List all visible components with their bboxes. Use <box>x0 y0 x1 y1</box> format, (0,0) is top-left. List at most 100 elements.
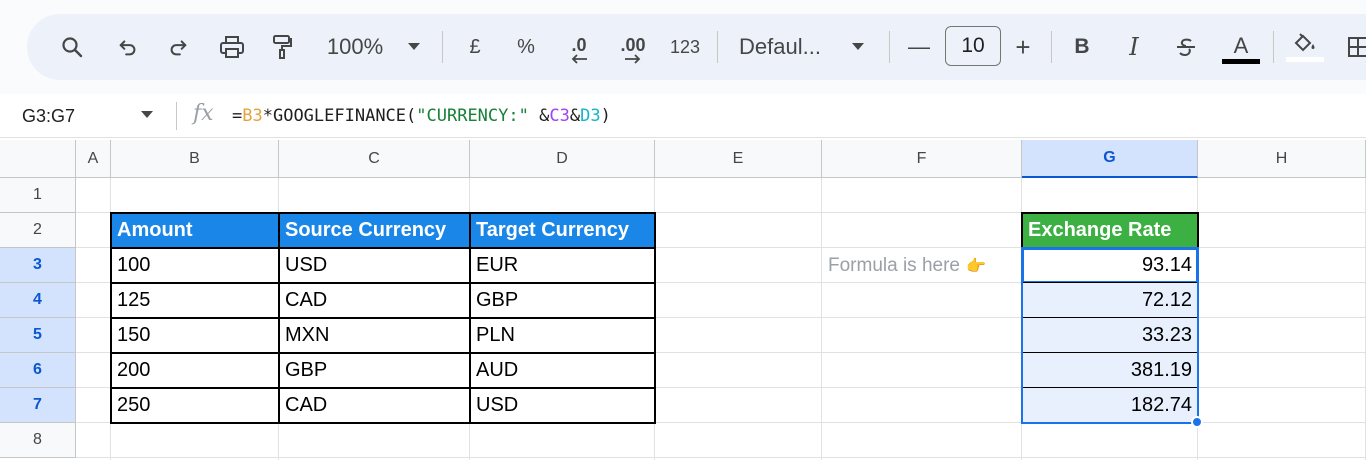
search-menus-icon[interactable] <box>55 14 89 80</box>
increase-decimal-button[interactable]: .00 <box>613 14 653 80</box>
row-header-2[interactable]: 2 <box>0 213 76 248</box>
font-size-input[interactable]: 10 <box>945 26 1001 66</box>
table-cell[interactable]: EUR <box>470 248 655 283</box>
format-percent-button[interactable]: % <box>511 14 541 80</box>
table-header-cell[interactable]: Amount <box>111 213 279 248</box>
redo-icon[interactable] <box>163 14 193 80</box>
formula-token: C3 <box>549 106 570 126</box>
exchange-row-border <box>1022 317 1198 318</box>
table-header-cell[interactable]: Target Currency <box>470 213 655 248</box>
toolbar-separator <box>717 31 718 63</box>
exchange-rate-cell[interactable]: 182.74 <box>1022 388 1198 423</box>
column-header-h[interactable]: H <box>1198 140 1366 178</box>
table-cell[interactable]: CAD <box>279 388 470 423</box>
exchange-rate-cell[interactable]: 381.19 <box>1022 353 1198 388</box>
formula-token: D3 <box>580 106 601 126</box>
text-color-label: A <box>1233 32 1249 58</box>
table-cell[interactable]: GBP <box>279 353 470 388</box>
toolbar-area: 100% £ % .0 .00 123 Defaul... — 10 + B I <box>0 0 1366 94</box>
arrow-left-icon <box>571 54 587 64</box>
borders-icon[interactable] <box>1343 14 1366 80</box>
table-row-border <box>111 247 655 249</box>
table-row-border <box>111 317 655 319</box>
row-header-8[interactable]: 8 <box>0 423 76 458</box>
print-icon[interactable] <box>215 14 249 80</box>
format-currency-button[interactable]: £ <box>461 14 489 80</box>
table-cell[interactable]: 200 <box>111 353 279 388</box>
row-header-5[interactable]: 5 <box>0 318 76 353</box>
column-header-a[interactable]: A <box>76 140 111 178</box>
undo-icon[interactable] <box>113 14 143 80</box>
table-cell[interactable]: 250 <box>111 388 279 423</box>
font-select[interactable]: Defaul... <box>739 14 839 80</box>
formula-note-text: Formula is here <box>828 254 960 276</box>
exchange-rate-cell[interactable]: 33.23 <box>1022 318 1198 353</box>
column-header-g[interactable]: G <box>1022 140 1198 178</box>
bold-button[interactable]: B <box>1067 14 1097 80</box>
toolbar: 100% £ % .0 .00 123 Defaul... — 10 + B I <box>27 14 1366 80</box>
more-formats-button[interactable]: 123 <box>665 14 705 80</box>
table-cell[interactable]: PLN <box>470 318 655 353</box>
exchange-row-border <box>1022 282 1198 283</box>
toolbar-separator <box>1273 31 1274 63</box>
table-header-cell[interactable]: Source Currency <box>279 213 470 248</box>
formula-note[interactable]: Formula is here 👉 <box>822 248 1022 283</box>
formula-token: & <box>528 106 550 126</box>
row-header-4[interactable]: 4 <box>0 283 76 318</box>
table-row-border <box>111 387 655 389</box>
row-header-7[interactable]: 7 <box>0 388 76 423</box>
zoom-dropdown-icon[interactable] <box>403 14 425 80</box>
formula-token: = <box>232 106 243 126</box>
row-header-6[interactable]: 6 <box>0 353 76 388</box>
toolbar-separator <box>1051 31 1052 63</box>
fill-handle[interactable] <box>1191 416 1203 428</box>
fill-color-button[interactable] <box>1283 14 1327 80</box>
table-cell[interactable]: MXN <box>279 318 470 353</box>
strikethrough-icon[interactable] <box>1171 14 1201 80</box>
decrease-decimal-label: .0 <box>571 35 587 55</box>
toolbar-separator <box>442 31 443 63</box>
table-cell[interactable]: USD <box>470 388 655 423</box>
table-cell[interactable]: 150 <box>111 318 279 353</box>
paint-format-icon[interactable] <box>265 14 299 80</box>
fill-color-swatch <box>1286 56 1324 62</box>
italic-button[interactable]: I <box>1119 14 1149 80</box>
table-cell[interactable]: CAD <box>279 283 470 318</box>
text-color-button[interactable]: A <box>1219 14 1263 80</box>
column-header-e[interactable]: E <box>655 140 822 178</box>
exchange-row-border <box>1022 352 1198 353</box>
table-row-border <box>111 282 655 284</box>
exchange-rate-cell[interactable]: 93.14 <box>1022 248 1198 283</box>
exchange-rate-cell[interactable]: 72.12 <box>1022 283 1198 318</box>
arrow-right-icon <box>625 54 641 64</box>
formula-bar-separator <box>176 102 177 130</box>
table-cell[interactable]: USD <box>279 248 470 283</box>
name-box-dropdown-icon[interactable] <box>141 111 153 118</box>
column-header-b[interactable]: B <box>111 140 279 178</box>
formula-input[interactable]: =B3*GOOGLEFINANCE("CURRENCY:" &C3&D3) <box>232 94 611 138</box>
increase-font-size-button[interactable]: + <box>1009 14 1037 80</box>
row-header-3[interactable]: 3 <box>0 248 76 283</box>
table-cell[interactable]: 125 <box>111 283 279 318</box>
column-header-c[interactable]: C <box>279 140 470 178</box>
decrease-font-size-button[interactable]: — <box>905 14 933 80</box>
table-cell[interactable]: AUD <box>470 353 655 388</box>
paint-bucket-icon <box>1294 32 1315 51</box>
table-cell[interactable]: 100 <box>111 248 279 283</box>
formula-token: *GOOGLEFINANCE( <box>262 106 417 126</box>
decrease-decimal-button[interactable]: .0 <box>559 14 599 80</box>
select-all-corner[interactable] <box>0 140 76 178</box>
zoom-select[interactable]: 100% <box>317 14 393 80</box>
exchange-rate-header[interactable]: Exchange Rate <box>1022 213 1198 248</box>
formula-bar: G3:G7 fx =B3*GOOGLEFINANCE("CURRENCY:" &… <box>0 94 1366 138</box>
pointing-hand-icon: 👉 <box>966 257 986 275</box>
table-cell[interactable]: GBP <box>470 283 655 318</box>
column-header-d[interactable]: D <box>470 140 655 178</box>
name-box[interactable]: G3:G7 <box>22 94 75 138</box>
exchange-row-border <box>1022 387 1198 388</box>
spreadsheet-grid: A B C D E F G H 1 2 3 4 5 6 7 8 Amount Source Currency Tar… <box>0 140 1366 460</box>
text-color-swatch <box>1222 58 1260 64</box>
column-header-f[interactable]: F <box>822 140 1022 178</box>
row-header-1[interactable]: 1 <box>0 178 76 213</box>
font-dropdown-icon[interactable] <box>847 14 869 80</box>
